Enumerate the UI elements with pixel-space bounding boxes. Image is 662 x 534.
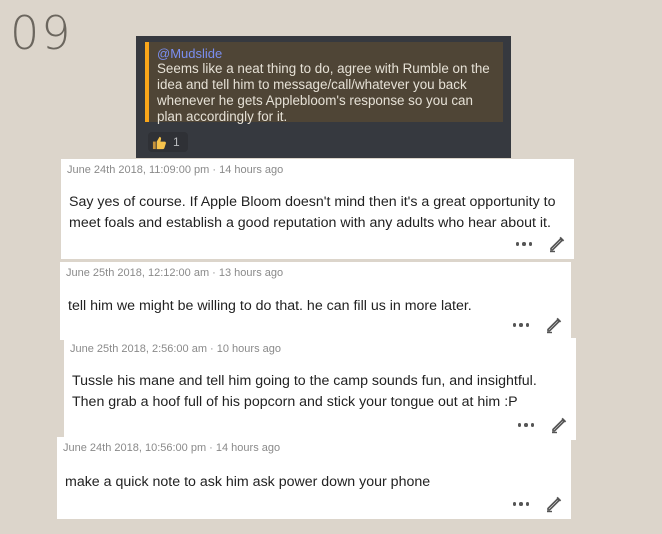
- more-dots-icon[interactable]: [515, 242, 532, 246]
- comment-timestamp: June 24th 2018, 10:56:00 pm · 14 hours a…: [63, 442, 281, 454]
- comment-text: Say yes of course. If Apple Bloom doesn'…: [69, 194, 556, 231]
- more-dots-icon[interactable]: [512, 502, 529, 506]
- pencil-icon[interactable]: [548, 235, 566, 253]
- more-dots-icon[interactable]: [512, 323, 529, 327]
- discord-message: @Mudslide Seems like a neat thing to do,…: [136, 36, 511, 158]
- quote-block: @Mudslide Seems like a neat thing to do,…: [145, 42, 503, 124]
- thumbs-up-icon: [152, 136, 166, 149]
- reaction-button[interactable]: 1: [148, 132, 188, 152]
- reaction-count: 1: [173, 135, 180, 149]
- pencil-icon[interactable]: [545, 495, 563, 513]
- comment-card: June 25th 2018, 12:12:00 am · 13 hours a…: [60, 262, 571, 340]
- more-dots-icon[interactable]: [517, 423, 534, 427]
- comment-card: June 24th 2018, 11:09:00 pm · 14 hours a…: [61, 159, 574, 259]
- comment-timestamp: June 25th 2018, 12:12:00 am · 13 hours a…: [66, 267, 284, 279]
- comment-card: June 25th 2018, 2:56:00 am · 10 hours ag…: [64, 338, 576, 440]
- comment-text: make a quick note to ask him ask power d…: [65, 474, 431, 490]
- comment-card: June 24th 2018, 10:56:00 pm · 14 hours a…: [57, 437, 571, 519]
- comment-text: Tussle his mane and tell him going to th…: [72, 373, 537, 410]
- pencil-icon[interactable]: [545, 316, 563, 334]
- pencil-icon[interactable]: [550, 416, 568, 434]
- comment-timestamp: June 24th 2018, 11:09:00 pm · 14 hours a…: [67, 164, 284, 176]
- quote-author[interactable]: @Mudslide: [157, 46, 497, 61]
- comment-timestamp: June 25th 2018, 2:56:00 am · 10 hours ag…: [70, 343, 281, 355]
- comment-text: tell him we might be willing to do that.…: [68, 298, 472, 314]
- quote-text: Seems like a neat thing to do, agree wit…: [157, 61, 490, 124]
- page-number: 09: [10, 6, 73, 60]
